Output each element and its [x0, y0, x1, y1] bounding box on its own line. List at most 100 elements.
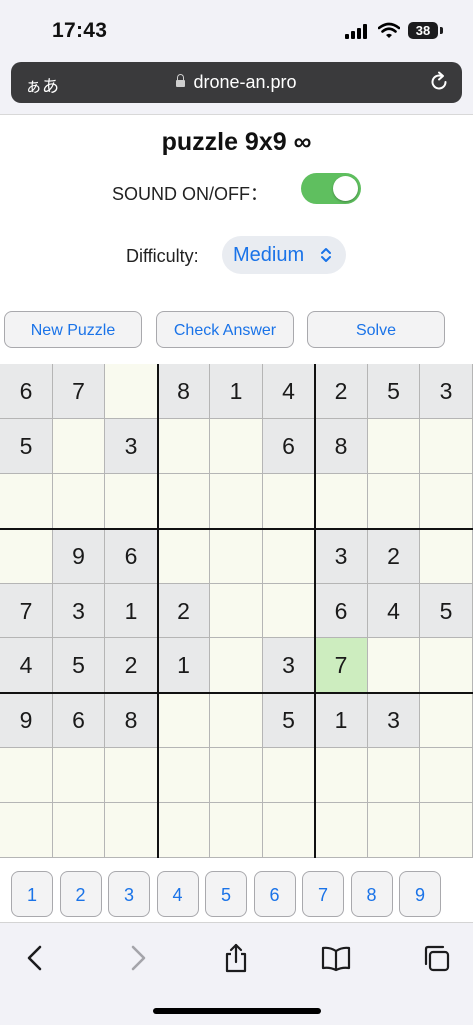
sudoku-cell-r9c6[interactable] [263, 803, 315, 858]
sudoku-cell-r2c9[interactable] [420, 419, 473, 474]
sudoku-cell-r4c2[interactable]: 9 [53, 529, 105, 584]
sudoku-cell-r8c1[interactable] [0, 748, 53, 803]
sudoku-cell-r7c2[interactable]: 6 [53, 693, 105, 748]
sudoku-cell-r6c1[interactable]: 4 [0, 638, 53, 693]
sudoku-cell-r3c5[interactable] [210, 474, 263, 529]
sudoku-cell-r4c7[interactable]: 3 [315, 529, 368, 584]
sudoku-cell-r6c7[interactable]: 7 [315, 638, 368, 693]
sudoku-cell-r3c2[interactable] [53, 474, 105, 529]
sudoku-cell-r4c8[interactable]: 2 [368, 529, 420, 584]
sudoku-cell-r2c7[interactable]: 8 [315, 419, 368, 474]
sudoku-cell-r6c5[interactable] [210, 638, 263, 693]
number-key-5[interactable]: 5 [205, 871, 247, 917]
sudoku-cell-r8c6[interactable] [263, 748, 315, 803]
sudoku-cell-r3c1[interactable] [0, 474, 53, 529]
sudoku-cell-r6c2[interactable]: 5 [53, 638, 105, 693]
sudoku-cell-r2c3[interactable]: 3 [105, 419, 158, 474]
sudoku-cell-r5c1[interactable]: 7 [0, 584, 53, 638]
sudoku-cell-r6c8[interactable] [368, 638, 420, 693]
sudoku-cell-r9c2[interactable] [53, 803, 105, 858]
number-key-9[interactable]: 9 [399, 871, 441, 917]
sudoku-cell-r1c1[interactable]: 6 [0, 364, 53, 419]
sudoku-cell-r7c4[interactable] [158, 693, 210, 748]
sudoku-cell-r6c6[interactable]: 3 [263, 638, 315, 693]
sudoku-cell-r8c8[interactable] [368, 748, 420, 803]
sudoku-cell-r1c8[interactable]: 5 [368, 364, 420, 419]
sound-toggle[interactable] [301, 173, 361, 204]
address-bar[interactable]: ぁあ drone-an.pro [11, 62, 462, 103]
number-key-1[interactable]: 1 [11, 871, 53, 917]
url-field[interactable]: drone-an.pro [11, 72, 462, 93]
sudoku-cell-r5c8[interactable]: 4 [368, 584, 420, 638]
sudoku-cell-r9c8[interactable] [368, 803, 420, 858]
sudoku-cell-r2c6[interactable]: 6 [263, 419, 315, 474]
sudoku-cell-r2c5[interactable] [210, 419, 263, 474]
sudoku-cell-r1c6[interactable]: 4 [263, 364, 315, 419]
sudoku-cell-r6c4[interactable]: 1 [158, 638, 210, 693]
sudoku-cell-r3c9[interactable] [420, 474, 473, 529]
sudoku-cell-r3c8[interactable] [368, 474, 420, 529]
sudoku-cell-r9c9[interactable] [420, 803, 473, 858]
bookmarks-icon[interactable] [321, 943, 351, 973]
sudoku-cell-r3c4[interactable] [158, 474, 210, 529]
sudoku-cell-r5c5[interactable] [210, 584, 263, 638]
sudoku-cell-r3c6[interactable] [263, 474, 315, 529]
sudoku-cell-r2c1[interactable]: 5 [0, 419, 53, 474]
sudoku-cell-r2c4[interactable] [158, 419, 210, 474]
sudoku-cell-r5c7[interactable]: 6 [315, 584, 368, 638]
sudoku-cell-r3c7[interactable] [315, 474, 368, 529]
number-key-6[interactable]: 6 [253, 871, 296, 917]
sudoku-cell-r7c8[interactable]: 3 [368, 693, 420, 748]
sudoku-cell-r1c4[interactable]: 8 [158, 364, 210, 419]
sudoku-cell-r3c3[interactable] [105, 474, 158, 529]
sudoku-cell-r6c3[interactable]: 2 [105, 638, 158, 693]
sudoku-cell-r1c7[interactable]: 2 [315, 364, 368, 419]
sudoku-cell-r9c7[interactable] [315, 803, 368, 858]
sudoku-cell-r9c4[interactable] [158, 803, 210, 858]
sudoku-cell-r2c2[interactable] [53, 419, 105, 474]
sudoku-cell-r4c5[interactable] [210, 529, 263, 584]
number-key-2[interactable]: 2 [59, 871, 102, 917]
sudoku-cell-r4c3[interactable]: 6 [105, 529, 158, 584]
number-key-4[interactable]: 4 [156, 871, 199, 917]
sudoku-cell-r8c4[interactable] [158, 748, 210, 803]
sudoku-cell-r7c3[interactable]: 8 [105, 693, 158, 748]
sudoku-cell-r5c2[interactable]: 3 [53, 584, 105, 638]
sudoku-cell-r7c6[interactable]: 5 [263, 693, 315, 748]
forward-icon[interactable] [122, 943, 152, 973]
difficulty-select[interactable]: Medium [222, 236, 346, 274]
number-key-3[interactable]: 3 [108, 871, 150, 917]
sudoku-cell-r4c4[interactable] [158, 529, 210, 584]
sudoku-cell-r7c5[interactable] [210, 693, 263, 748]
sudoku-cell-r1c2[interactable]: 7 [53, 364, 105, 419]
number-key-8[interactable]: 8 [350, 871, 393, 917]
sudoku-cell-r9c3[interactable] [105, 803, 158, 858]
sudoku-cell-r4c6[interactable] [263, 529, 315, 584]
sudoku-cell-r9c5[interactable] [210, 803, 263, 858]
sudoku-cell-r6c9[interactable] [420, 638, 473, 693]
new-puzzle-button[interactable]: New Puzzle [4, 311, 142, 348]
back-icon[interactable] [21, 943, 51, 973]
sudoku-cell-r8c2[interactable] [53, 748, 105, 803]
sudoku-cell-r5c6[interactable] [263, 584, 315, 638]
sudoku-cell-r8c5[interactable] [210, 748, 263, 803]
sudoku-cell-r7c1[interactable]: 9 [0, 693, 53, 748]
sudoku-cell-r7c7[interactable]: 1 [315, 693, 368, 748]
sudoku-cell-r1c5[interactable]: 1 [210, 364, 263, 419]
check-answer-button[interactable]: Check Answer [156, 311, 294, 348]
sudoku-cell-r5c9[interactable]: 5 [420, 584, 473, 638]
sudoku-cell-r5c4[interactable]: 2 [158, 584, 210, 638]
sudoku-cell-r9c1[interactable] [0, 803, 53, 858]
reload-icon[interactable] [428, 71, 450, 93]
number-key-7[interactable]: 7 [302, 871, 344, 917]
tabs-icon[interactable] [422, 943, 452, 973]
sudoku-cell-r8c7[interactable] [315, 748, 368, 803]
sudoku-cell-r5c3[interactable]: 1 [105, 584, 158, 638]
share-icon[interactable] [221, 943, 251, 973]
sudoku-cell-r7c9[interactable] [420, 693, 473, 748]
sudoku-cell-r8c3[interactable] [105, 748, 158, 803]
sudoku-cell-r1c3[interactable] [105, 364, 158, 419]
sudoku-cell-r2c8[interactable] [368, 419, 420, 474]
sudoku-cell-r4c1[interactable] [0, 529, 53, 584]
solve-button[interactable]: Solve [307, 311, 445, 348]
